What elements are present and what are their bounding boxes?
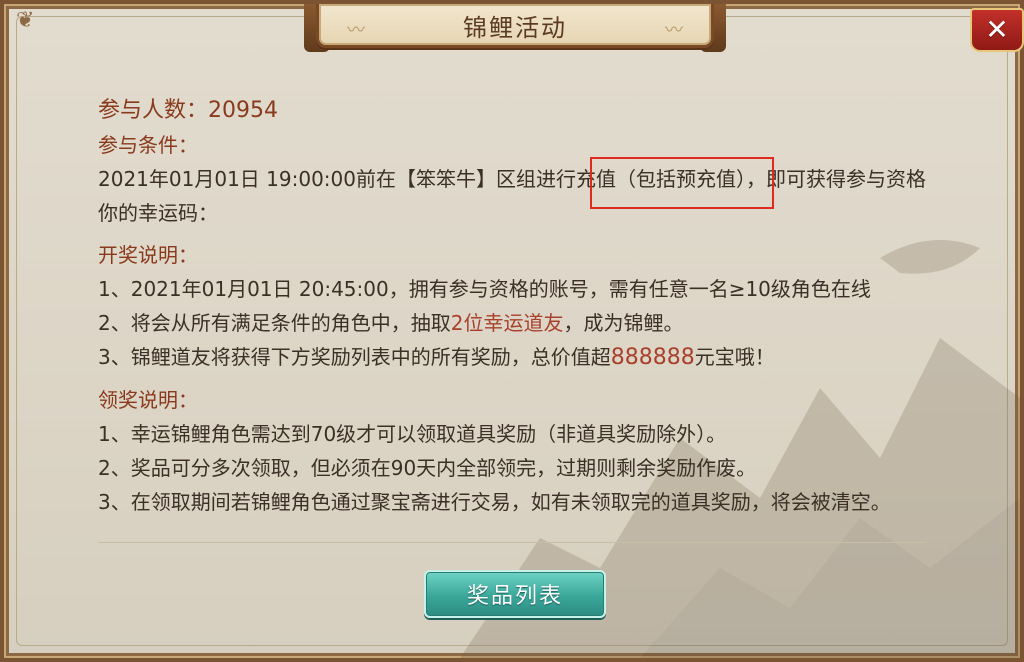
draw-line-3-b: 元宝哦！ — [694, 345, 775, 369]
lucky-code-label: 你的幸运码： — [98, 201, 218, 225]
draw-heading: 开奖说明： — [98, 243, 198, 267]
conditions-text: 2021年01月01日 19:00:00前在【笨笨牛】区组进行充值（包括预充值）… — [98, 162, 978, 196]
conditions-text-before: 2021年01月01日 19:00:00前在【笨笨牛】区组进行 — [98, 167, 576, 191]
draw-line-2-a: 2、将会从所有满足条件的角色中，抽取 — [98, 311, 451, 335]
draw-line-3-a: 3、锦鲤道友将获得下方奖励列表中的所有奖励，总价值超 — [98, 345, 611, 369]
draw-line-2-b: ，成为锦鲤。 — [563, 311, 684, 335]
annotation-highlight-box — [590, 157, 774, 209]
close-button[interactable]: ✕ — [970, 8, 1024, 52]
claim-line-2: 2、奖品可分多次领取，但必须在90天内全部领完，过期则剩余奖励作废。 — [98, 456, 757, 480]
conditions-heading: 参与条件： — [98, 133, 198, 157]
event-panel: ❦ 〰 锦鲤活动 〰 ✕ 参与人数：20954 参与条件： 2021年01月01… — [0, 0, 1024, 662]
window-title: 锦鲤活动 — [463, 14, 567, 42]
value-highlight: 888888 — [610, 345, 695, 370]
draw-line-3: 3、锦鲤道友将获得下方奖励列表中的所有奖励，总价值超888888元宝哦！ — [98, 340, 978, 375]
participants-count: 20954 — [208, 98, 279, 123]
participants-label: 参与人数： — [98, 98, 209, 123]
cloud-ornament-icon: ❦ — [16, 8, 35, 33]
winner-count-highlight: 2位幸运道友 — [450, 311, 564, 335]
close-icon: ✕ — [985, 13, 1009, 46]
draw-line-1: 1、2021年01月01日 20:45:00，拥有参与资格的账号，需有任意一名≥… — [98, 277, 871, 301]
divider — [98, 542, 926, 543]
participants-row: 参与人数：20954 — [98, 94, 978, 128]
reward-list-button[interactable]: 奖品列表 — [424, 570, 606, 618]
swirl-ornament-icon: 〰 — [665, 20, 683, 41]
title-plate: 〰 锦鲤活动 〰 — [316, 4, 714, 48]
draw-line-2: 2、将会从所有满足条件的角色中，抽取2位幸运道友，成为锦鲤。 — [98, 306, 978, 340]
event-content: 参与人数：20954 参与条件： 2021年01月01日 19:00:00前在【… — [98, 94, 978, 519]
claim-line-3: 3、在领取期间若锦鲤角色通过聚宝斋进行交易，如有未领取完的道具奖励，将会被清空。 — [98, 490, 891, 514]
claim-heading: 领奖说明： — [98, 388, 198, 412]
claim-line-1: 1、幸运锦鲤角色需达到70级才可以领取道具奖励（非道具奖励除外）。 — [98, 422, 727, 446]
